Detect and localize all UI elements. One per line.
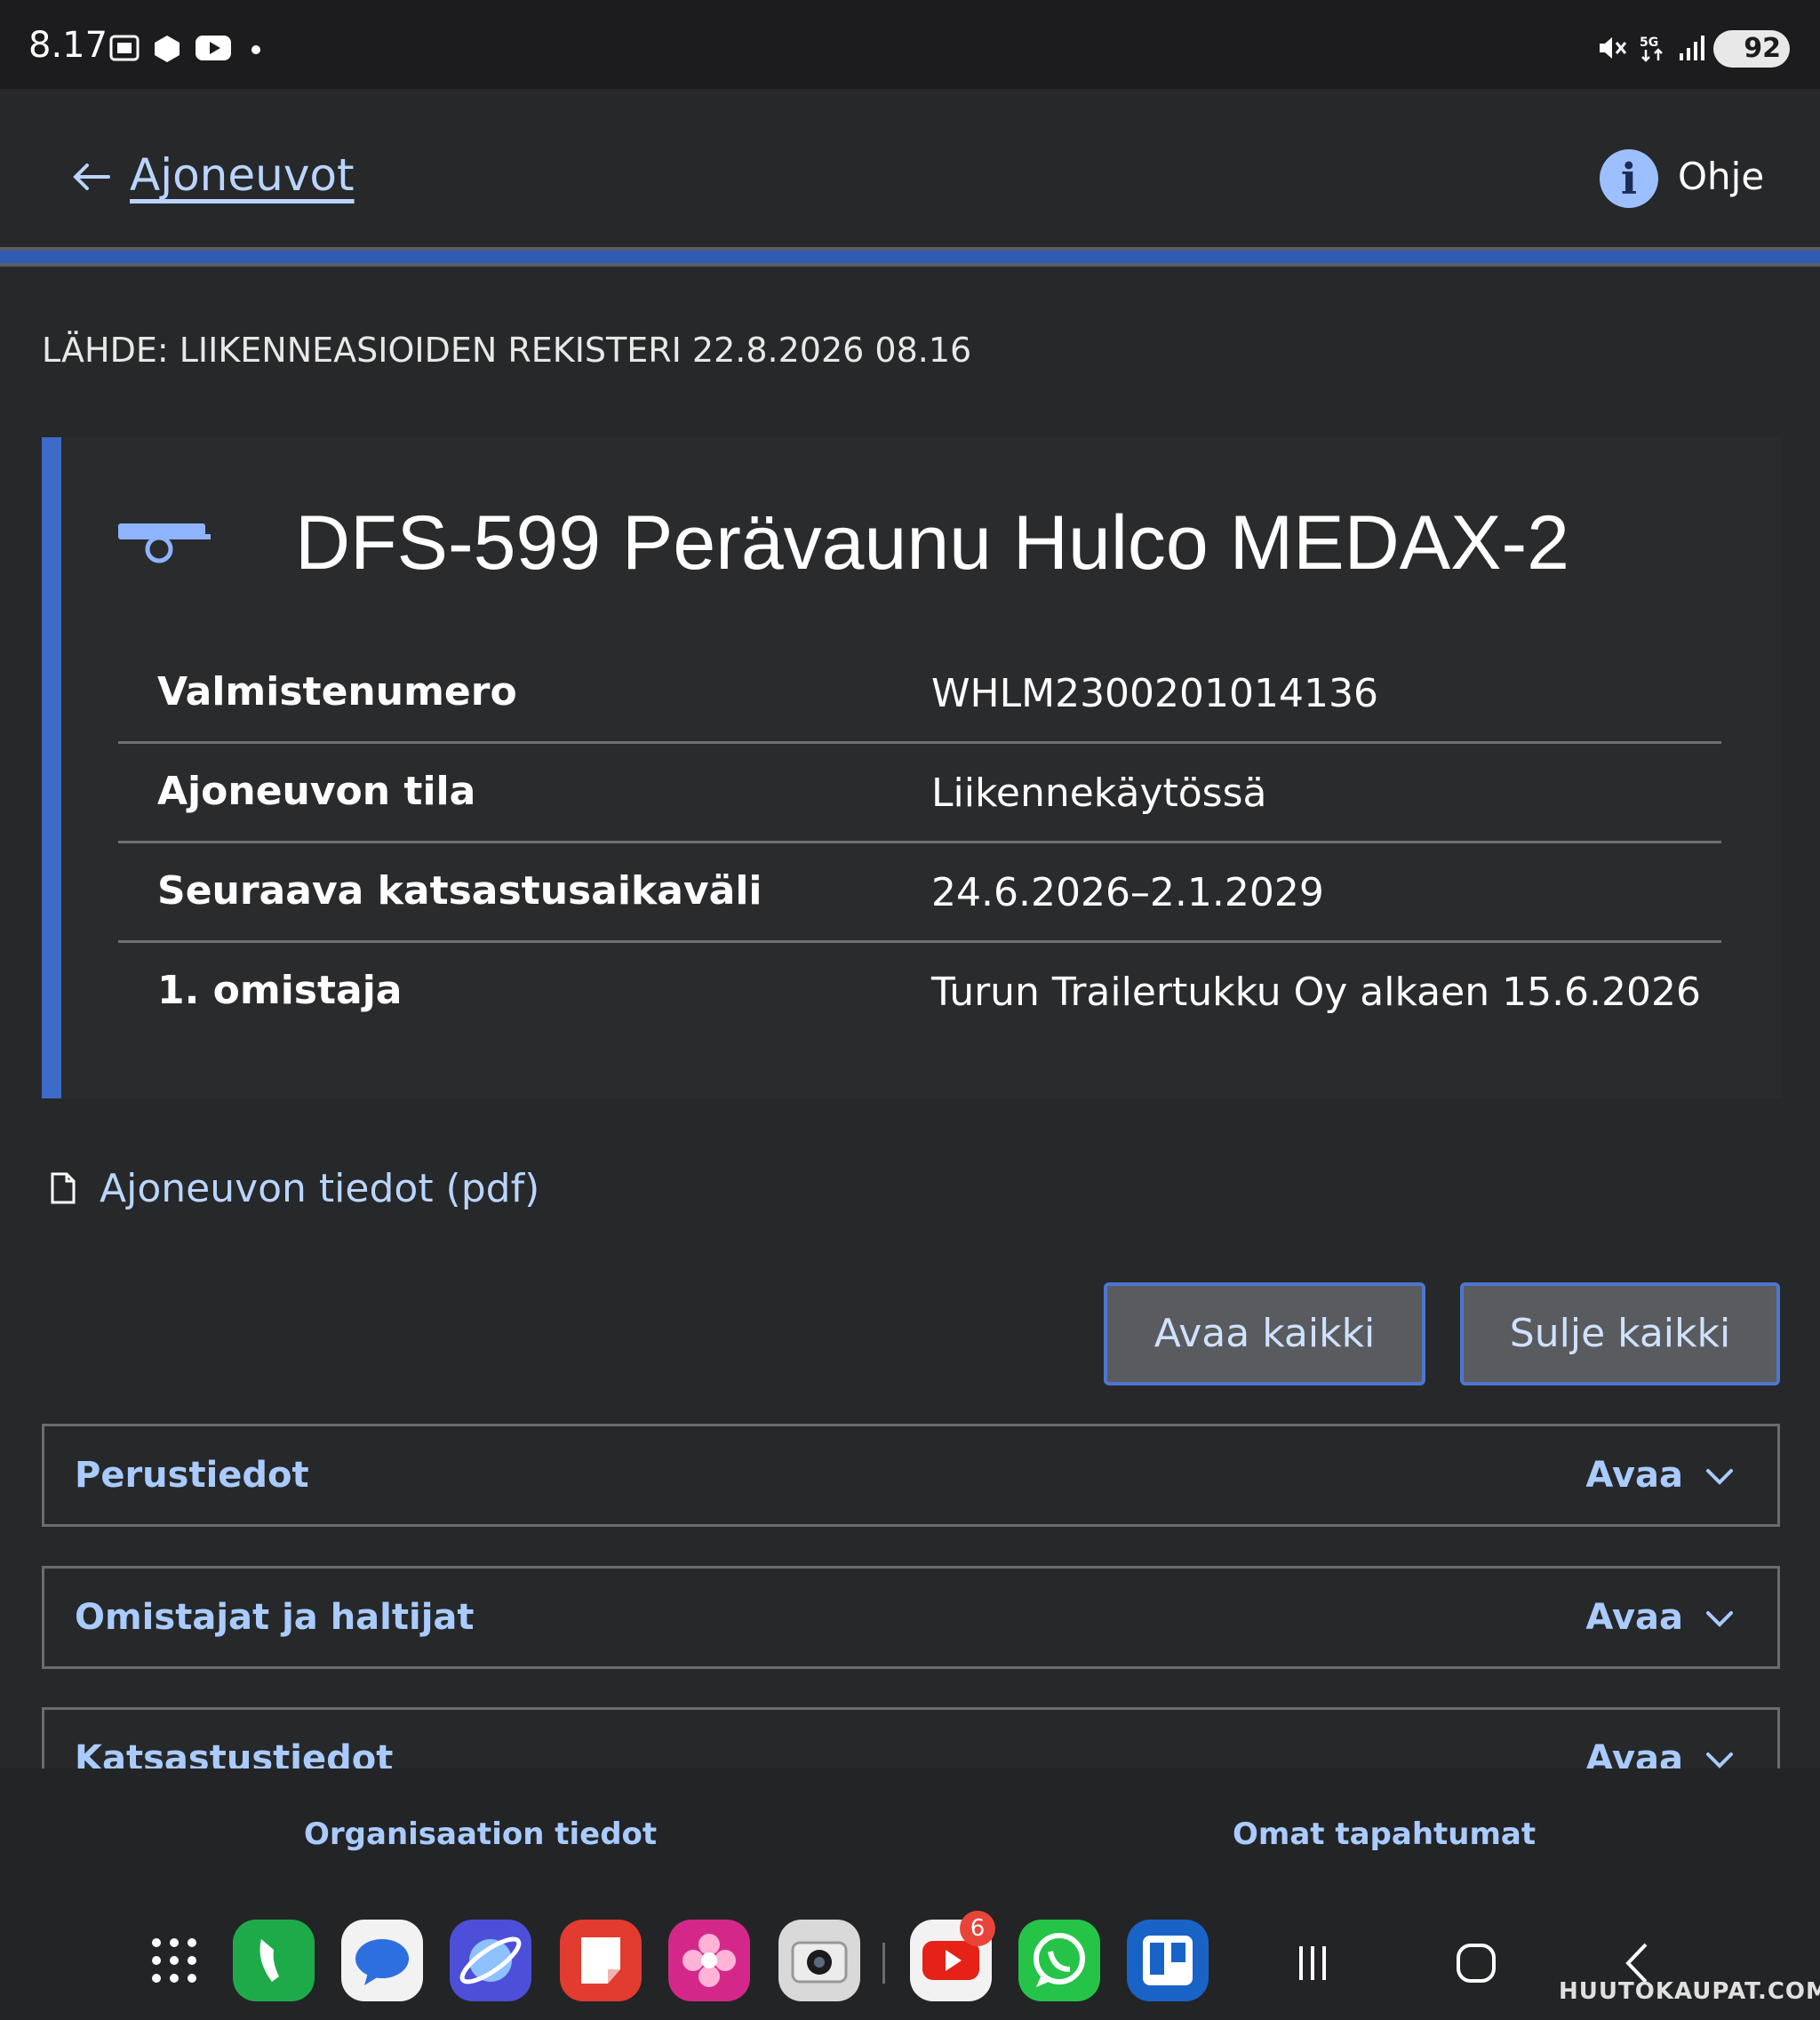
watermark: HUUTOKAUPAT.COM	[1559, 1978, 1820, 2005]
status-time: 8.17	[28, 25, 108, 66]
screenshot-icon	[109, 35, 140, 61]
detail-value: Liikennekäytössä	[931, 770, 1267, 816]
accordion-open-label[interactable]: Avaa	[1585, 1455, 1683, 1496]
back-arrow-icon[interactable]	[69, 155, 114, 199]
detail-value: 24.6.2026–2.1.2029	[931, 870, 1324, 915]
svg-text:5G: 5G	[1640, 36, 1658, 50]
accordion-open-label[interactable]: Avaa	[1585, 1597, 1683, 1638]
document-icon	[51, 1172, 76, 1204]
accordion-title: Omistajat ja haltijat	[75, 1597, 475, 1638]
accordion-owners[interactable]: Omistajat ja haltijat Avaa	[42, 1566, 1780, 1669]
notes-icon[interactable]	[560, 1920, 642, 2001]
source-line: LÄHDE: LIIKENNEASIOIDEN REKISTERI 22.8.2…	[42, 331, 972, 370]
header-divider	[0, 247, 1820, 267]
detail-row-owner: 1. omistaja Turun Trailertukku Oy alkaen…	[118, 943, 1721, 1042]
back-link[interactable]: Ajoneuvot	[130, 149, 355, 201]
internet-icon[interactable]	[450, 1920, 531, 2001]
accordion-basic-info[interactable]: Perustiedot Avaa	[42, 1424, 1780, 1527]
dock-divider	[882, 1943, 885, 1984]
youtube-icon	[196, 36, 231, 60]
card-accent-bar	[42, 437, 61, 1098]
detail-key: Ajoneuvon tila	[157, 769, 476, 814]
detail-key: Seuraava katsastusaikaväli	[157, 868, 762, 914]
app-icon	[155, 36, 180, 62]
open-all-button[interactable]: Avaa kaikki	[1104, 1282, 1425, 1385]
detail-key: 1. omistaja	[157, 968, 403, 1013]
recent-apps-icon[interactable]	[1290, 1941, 1335, 1985]
phone-icon[interactable]	[233, 1920, 315, 2001]
mute-icon	[1600, 37, 1627, 59]
dot-icon	[251, 45, 260, 54]
vehicle-title: DFS-599 Perävaunu Hulco MEDAX-2	[295, 500, 1569, 586]
accordion-title: Perustiedot	[75, 1455, 309, 1496]
home-icon[interactable]	[1454, 1941, 1498, 1985]
notification-badge: 6	[960, 1911, 995, 1946]
trello-icon[interactable]	[1127, 1920, 1209, 2001]
5g-icon: 5G	[1640, 36, 1663, 62]
camera-icon[interactable]	[778, 1920, 860, 2001]
detail-key: Valmistenumero	[157, 669, 517, 715]
nav-organisation-info[interactable]: Organisaation tiedot	[304, 1816, 657, 1852]
detail-row-vehicle-status: Ajoneuvon tila Liikennekäytössä	[118, 744, 1721, 843]
apps-grid-icon[interactable]	[133, 1920, 215, 2001]
detail-row-inspection-period: Seuraava katsastusaikaväli 24.6.2026–2.1…	[118, 843, 1721, 943]
detail-value: WHLM2300201014136	[931, 671, 1378, 716]
chevron-down-icon[interactable]	[1704, 1462, 1735, 1492]
signal-icon	[1680, 36, 1704, 60]
battery-indicator: 92	[1713, 30, 1790, 68]
detail-row-manufacture-number: Valmistenumero WHLM2300201014136	[118, 644, 1721, 744]
gallery-icon[interactable]	[668, 1920, 750, 2001]
whatsapp-icon[interactable]	[1018, 1920, 1100, 2001]
info-icon[interactable]: i	[1600, 149, 1658, 208]
close-all-button[interactable]: Sulje kaikki	[1460, 1282, 1780, 1385]
trailer-icon	[118, 523, 211, 563]
chevron-down-icon[interactable]	[1704, 1604, 1735, 1634]
nav-own-events[interactable]: Omat tapahtumat	[1233, 1816, 1536, 1852]
help-link[interactable]: Ohje	[1678, 155, 1764, 198]
status-bar	[0, 0, 1820, 89]
vehicle-pdf-link[interactable]: Ajoneuvon tiedot (pdf)	[100, 1166, 539, 1211]
messages-icon[interactable]	[341, 1920, 423, 2001]
detail-value: Turun Trailertukku Oy alkaen 15.6.2026	[931, 970, 1702, 1015]
